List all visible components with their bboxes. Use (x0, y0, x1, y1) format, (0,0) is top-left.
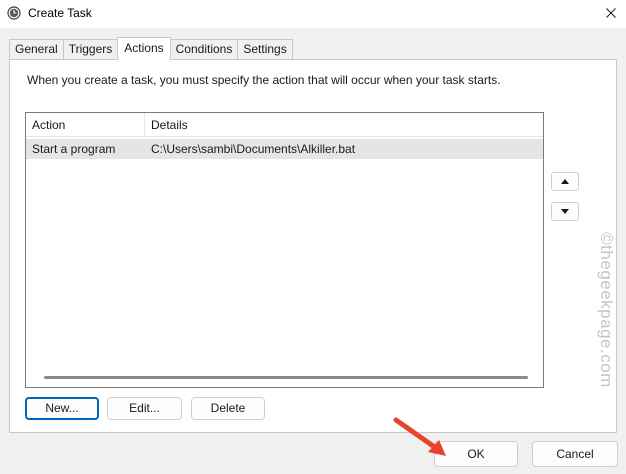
tab-strip: General Triggers Actions Conditions Sett… (9, 37, 293, 60)
table-row[interactable]: Start a program C:\Users\sambi\Documents… (26, 139, 543, 159)
delete-action-button[interactable]: Delete (191, 397, 265, 420)
tab-actions[interactable]: Actions (117, 37, 171, 60)
move-down-button[interactable] (551, 202, 579, 221)
column-header-action[interactable]: Action (26, 113, 145, 137)
cancel-button[interactable]: Cancel (532, 441, 618, 467)
move-up-icon (561, 179, 569, 184)
clock-icon (7, 6, 21, 20)
actions-description: When you create a task, you must specify… (27, 73, 501, 87)
row-details: C:\Users\sambi\Documents\Alkiller.bat (151, 142, 356, 156)
tab-general[interactable]: General (9, 39, 64, 60)
column-header-details[interactable]: Details (145, 113, 543, 137)
actions-panel: When you create a task, you must specify… (9, 59, 617, 433)
close-button[interactable] (596, 0, 626, 26)
move-up-button[interactable] (551, 172, 579, 191)
edit-action-button[interactable]: Edit... (107, 397, 182, 420)
window-title: Create Task (28, 6, 92, 20)
close-icon (606, 8, 616, 18)
actions-list[interactable]: Action Details Start a program C:\Users\… (25, 112, 544, 388)
tab-settings[interactable]: Settings (237, 39, 293, 60)
tab-triggers[interactable]: Triggers (62, 39, 119, 60)
row-action: Start a program (32, 142, 116, 156)
watermark-text: ©thegeekpage.com (597, 232, 616, 388)
tab-conditions[interactable]: Conditions (169, 39, 239, 60)
horizontal-scrollbar[interactable] (44, 376, 528, 379)
list-header: Action Details (26, 113, 543, 137)
move-down-icon (561, 209, 569, 214)
title-bar: Create Task (0, 0, 626, 28)
new-action-button[interactable]: New... (25, 397, 99, 420)
watermark: ©thegeekpage.com (586, 230, 626, 390)
red-arrow-annotation (393, 417, 446, 456)
